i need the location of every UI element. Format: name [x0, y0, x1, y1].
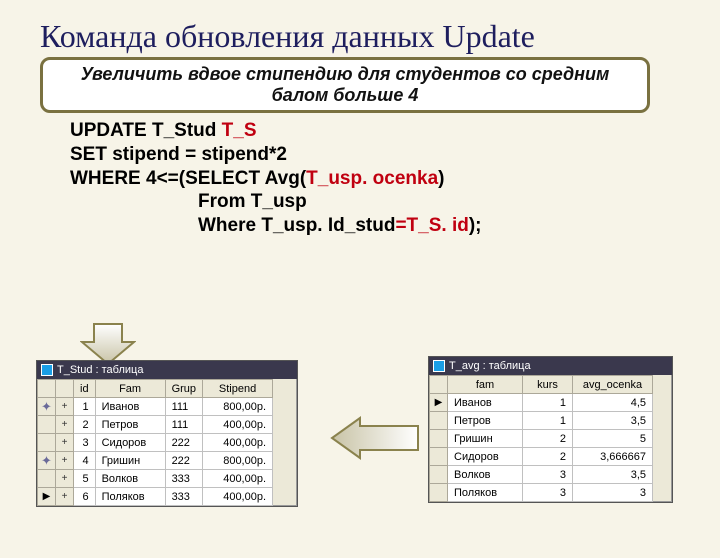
t-stud-window: T_Stud : таблица id Fam Grup Stipend ✦ +… — [36, 360, 298, 507]
star-icon: ✦ — [41, 399, 52, 414]
table-row[interactable]: + 3 Сидоров 222 400,00р. — [38, 434, 273, 452]
table-row[interactable]: Волков 3 3,5 — [430, 466, 653, 484]
table-row[interactable]: Сидоров 2 3,666667 — [430, 448, 653, 466]
col-header[interactable]: Grup — [165, 380, 202, 398]
t-avg-window: T_avg : таблица fam kurs avg_ocenka ▶ Ив… — [428, 356, 673, 503]
rowhead — [56, 380, 74, 398]
table-row[interactable]: + 5 Волков 333 400,00р. — [38, 470, 273, 488]
table-icon — [41, 364, 53, 376]
table-row[interactable]: Гришин 2 5 — [430, 430, 653, 448]
sql-code-block: UPDATE T_Stud T_S SET stipend = stipend*… — [70, 119, 680, 238]
col-header[interactable]: id — [74, 380, 96, 398]
table-row[interactable]: + 2 Петров 111 400,00р. — [38, 416, 273, 434]
table-row[interactable]: ▶ Иванов 1 4,5 — [430, 394, 653, 412]
slide-title: Команда обновления данных Update — [40, 18, 680, 55]
col-header[interactable]: avg_ocenka — [573, 376, 653, 394]
window-titlebar[interactable]: T_Stud : таблица — [37, 361, 297, 379]
rowhead — [430, 376, 448, 394]
cursor-icon: ▶ — [435, 397, 443, 408]
col-header[interactable]: kurs — [523, 376, 573, 394]
window-title: T_Stud : таблица — [57, 364, 143, 376]
task-callout: Увеличить вдвое стипендию для студентов … — [40, 57, 650, 113]
star-icon: ✦ — [41, 453, 52, 468]
t-stud-grid[interactable]: id Fam Grup Stipend ✦ + 1 Иванов 111 800… — [37, 379, 273, 506]
window-title: T_avg : таблица — [449, 360, 531, 372]
cursor-icon: ▶ — [43, 491, 51, 502]
t-avg-grid[interactable]: fam kurs avg_ocenka ▶ Иванов 1 4,5 Петро… — [429, 375, 653, 502]
table-row[interactable]: ▶ + 6 Поляков 333 400,00р. — [38, 488, 273, 506]
table-row[interactable]: Петров 1 3,5 — [430, 412, 653, 430]
table-row[interactable]: Поляков 3 3 — [430, 484, 653, 502]
arrow-left-icon — [330, 416, 420, 460]
col-header[interactable]: Fam — [95, 380, 165, 398]
sql-keyword: UPDATE — [70, 120, 147, 141]
rowhead — [38, 380, 56, 398]
table-row[interactable]: ✦ + 1 Иванов 111 800,00р. — [38, 398, 273, 416]
col-header[interactable]: fam — [448, 376, 523, 394]
window-titlebar[interactable]: T_avg : таблица — [429, 357, 672, 375]
table-icon — [433, 360, 445, 372]
table-row[interactable]: ✦ + 4 Гришин 222 800,00р. — [38, 452, 273, 470]
col-header[interactable]: Stipend — [203, 380, 273, 398]
